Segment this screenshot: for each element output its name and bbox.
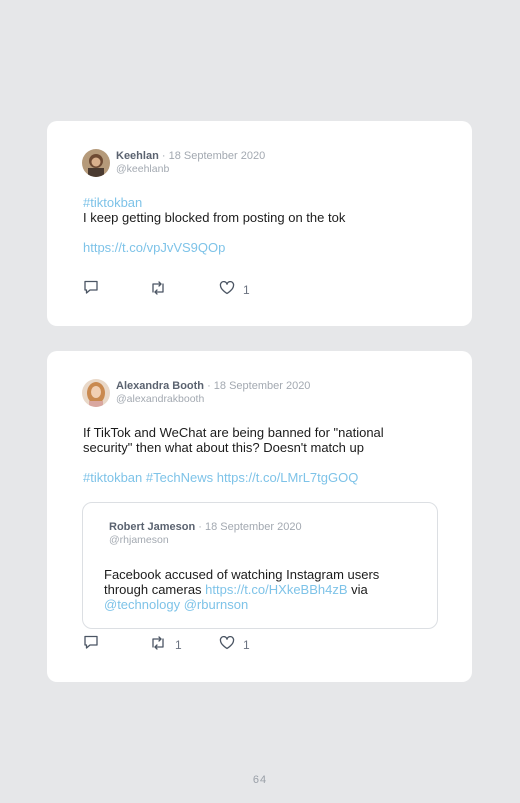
author-handle[interactable]: @rhjameson: [109, 534, 169, 546]
tweet-actions: 1 1: [83, 635, 443, 655]
tweet-date: · 18 September 2020: [207, 380, 311, 392]
hashtag-link[interactable]: #tiktokban: [83, 470, 142, 485]
reply-button[interactable]: [83, 635, 99, 655]
hashtag-link[interactable]: #tiktokban: [83, 195, 142, 210]
tweet-card: Keehlan · 18 September 2020 @keehlanb #t…: [47, 121, 472, 326]
tweet-text: security" then what about this? Doesn't …: [83, 440, 364, 455]
tweet-actions: 1: [83, 280, 443, 300]
tweet-date: · 18 September 2020: [198, 521, 302, 533]
like-icon: [219, 280, 235, 300]
reply-button[interactable]: [83, 280, 99, 300]
url-link[interactable]: https://t.co/vpJvVS9QOp: [83, 240, 225, 255]
mention-link[interactable]: @technology: [104, 597, 180, 612]
author-name[interactable]: Keehlan: [116, 150, 159, 162]
author-handle[interactable]: @keehlanb: [116, 163, 169, 175]
reply-icon: [83, 280, 99, 300]
like-count: 1: [243, 283, 250, 297]
tweet-meta: Keehlan · 18 September 2020: [116, 150, 265, 163]
quoted-text: Facebook accused of watching Instagram u…: [104, 567, 380, 582]
author-handle[interactable]: @alexandrakbooth: [116, 393, 204, 405]
avatar[interactable]: [82, 149, 110, 177]
mention-link[interactable]: @rburnson: [184, 597, 249, 612]
author-name[interactable]: Robert Jameson: [109, 521, 195, 533]
quoted-text-line: through cameras https://t.co/HXkeBBh4zB …: [104, 582, 368, 597]
retweet-button[interactable]: 1: [149, 635, 182, 655]
retweet-button[interactable]: [149, 280, 175, 300]
retweet-icon: [149, 635, 167, 655]
quoted-tweet[interactable]: Robert Jameson · 18 September 2020 @rhja…: [82, 502, 438, 629]
quoted-text: via: [347, 582, 368, 597]
like-count: 1: [243, 638, 250, 652]
retweet-icon: [149, 280, 167, 300]
tweet-links-line: #tiktokban #TechNews https://t.co/LMrL7t…: [83, 470, 358, 485]
avatar[interactable]: [82, 379, 110, 407]
tweet-meta: Robert Jameson · 18 September 2020: [109, 521, 302, 534]
hashtag-link[interactable]: #TechNews: [146, 470, 213, 485]
tweet-meta: Alexandra Booth · 18 September 2020: [116, 380, 310, 393]
url-link[interactable]: https://t.co/HXkeBBh4zB: [205, 582, 347, 597]
tweet-card: Alexandra Booth · 18 September 2020 @ale…: [47, 351, 472, 682]
url-link[interactable]: https://t.co/LMrL7tgGOQ: [217, 470, 359, 485]
author-name[interactable]: Alexandra Booth: [116, 380, 204, 392]
like-icon: [219, 635, 235, 655]
tweet-date: · 18 September 2020: [161, 150, 266, 162]
quoted-text: through cameras: [104, 582, 206, 597]
reply-icon: [83, 635, 99, 655]
tweet-text: If TikTok and WeChat are being banned fo…: [83, 425, 384, 440]
retweet-count: 1: [175, 638, 182, 652]
tweet-text: I keep getting blocked from posting on t…: [83, 210, 346, 225]
like-button[interactable]: 1: [219, 635, 250, 655]
page-number: 64: [252, 774, 268, 786]
quoted-mentions-line: @technology @rburnson: [104, 597, 248, 612]
like-button[interactable]: 1: [219, 280, 250, 300]
